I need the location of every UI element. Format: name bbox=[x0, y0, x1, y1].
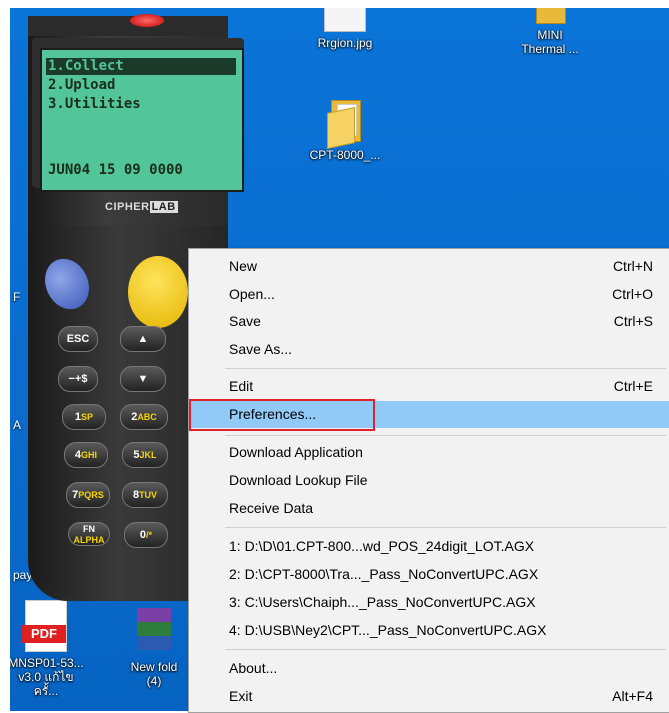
menu-separator bbox=[225, 368, 666, 369]
menu-item-open[interactable]: Open... Ctrl+O bbox=[190, 281, 669, 308]
pdf-icon: PDF bbox=[22, 600, 67, 652]
lcd-screen: 1.Collect 2.Upload 3.Utilities JUN04 15 … bbox=[40, 48, 244, 192]
highlight-callout-box bbox=[189, 399, 375, 431]
menu-item-recent-4[interactable]: 4: D:\USB\Ney2\CPT..._Pass_NoConvertUPC.… bbox=[190, 617, 669, 644]
desktop-icon-mnsp01[interactable]: PDF MNSP01-53... v3.0 แก้ไขครั้... bbox=[10, 600, 86, 698]
desktop-icon-cpt8000[interactable]: CPT-8000_... bbox=[305, 100, 385, 162]
desktop-icon-label: MINI Thermal ... bbox=[521, 28, 579, 56]
archive-icon bbox=[137, 608, 171, 656]
menu-item-download-application[interactable]: Download Application bbox=[190, 439, 669, 466]
desktop-icon-label: Rrgion.jpg bbox=[317, 36, 373, 50]
menu-item-edit[interactable]: Edit Ctrl+E bbox=[190, 373, 669, 400]
menu-separator bbox=[225, 527, 666, 528]
menu-item-save-as[interactable]: Save As... bbox=[190, 336, 669, 363]
key-up-arrow-icon: ▲ bbox=[120, 326, 166, 352]
menu-item-download-lookup-file[interactable]: Download Lookup File bbox=[190, 467, 669, 494]
menu-item-recent-1[interactable]: 1: D:\D\01.CPT-800...wd_POS_24digit_LOT.… bbox=[190, 533, 669, 560]
lcd-line-utilities: 3.Utilities bbox=[48, 96, 141, 112]
key-5: 5JKL bbox=[122, 442, 168, 468]
key-7: 7PQRS bbox=[66, 482, 110, 508]
lcd-line-collect: 1.Collect bbox=[46, 58, 236, 75]
menu-item-recent-2[interactable]: 2: D:\CPT-8000\Tra..._Pass_NoConvertUPC.… bbox=[190, 561, 669, 588]
key-0: 0/* bbox=[124, 522, 168, 548]
menu-separator bbox=[225, 649, 666, 650]
key-fn-alpha: FN ALPHA bbox=[68, 522, 110, 546]
file-context-menu: New Ctrl+N Open... Ctrl+O Save Ctrl+S Save … bbox=[188, 248, 669, 713]
desktop-icon-new-folder[interactable]: New fold (4) bbox=[114, 608, 194, 688]
key-minus: −+$ bbox=[58, 366, 98, 392]
folder-icon bbox=[532, 8, 568, 24]
folder-icon bbox=[327, 100, 363, 149]
key-1: 1SP bbox=[62, 404, 106, 430]
key-down-arrow-icon: ▼ bbox=[120, 366, 166, 392]
lcd-line-upload: 2.Upload bbox=[48, 77, 116, 93]
menu-item-exit[interactable]: Exit Alt+F4 bbox=[190, 683, 669, 710]
desktop-icon-label: New fold (4) bbox=[130, 660, 178, 688]
menu-item-about[interactable]: About... bbox=[190, 655, 669, 682]
menu-separator bbox=[225, 435, 666, 436]
menu-item-save[interactable]: Save Ctrl+S bbox=[190, 308, 669, 335]
image-file-icon bbox=[324, 8, 366, 32]
desktop-icon-mini-thermal[interactable]: MINI Thermal ... bbox=[510, 8, 590, 56]
key-2: 2ABC bbox=[120, 404, 168, 430]
desktop-icon-label: CPT-8000_... bbox=[309, 148, 381, 162]
menu-item-recent-3[interactable]: 3: C:\Users\Chaiph..._Pass_NoConvertUPC.… bbox=[190, 589, 669, 616]
key-4: 4GHI bbox=[64, 442, 108, 468]
menu-item-receive-data[interactable]: Receive Data bbox=[190, 495, 669, 522]
desktop-icon-label: MNSP01-53... v3.0 แก้ไขครั้... bbox=[10, 656, 84, 698]
brand-logo: CIPHER LAB bbox=[105, 201, 178, 213]
desktop-partial-label: A bbox=[13, 418, 22, 432]
key-esc: ESC bbox=[58, 326, 98, 352]
desktop-partial-label: F bbox=[13, 290, 21, 304]
status-led-icon bbox=[130, 14, 164, 27]
key-8: 8TUV bbox=[122, 482, 168, 508]
menu-item-new[interactable]: New Ctrl+N bbox=[190, 253, 669, 280]
yellow-scan-button bbox=[128, 256, 188, 328]
lcd-line-datetime: JUN04 15 09 0000 bbox=[48, 162, 183, 178]
desktop-icon-rrgion[interactable]: Rrgion.jpg bbox=[305, 8, 385, 50]
